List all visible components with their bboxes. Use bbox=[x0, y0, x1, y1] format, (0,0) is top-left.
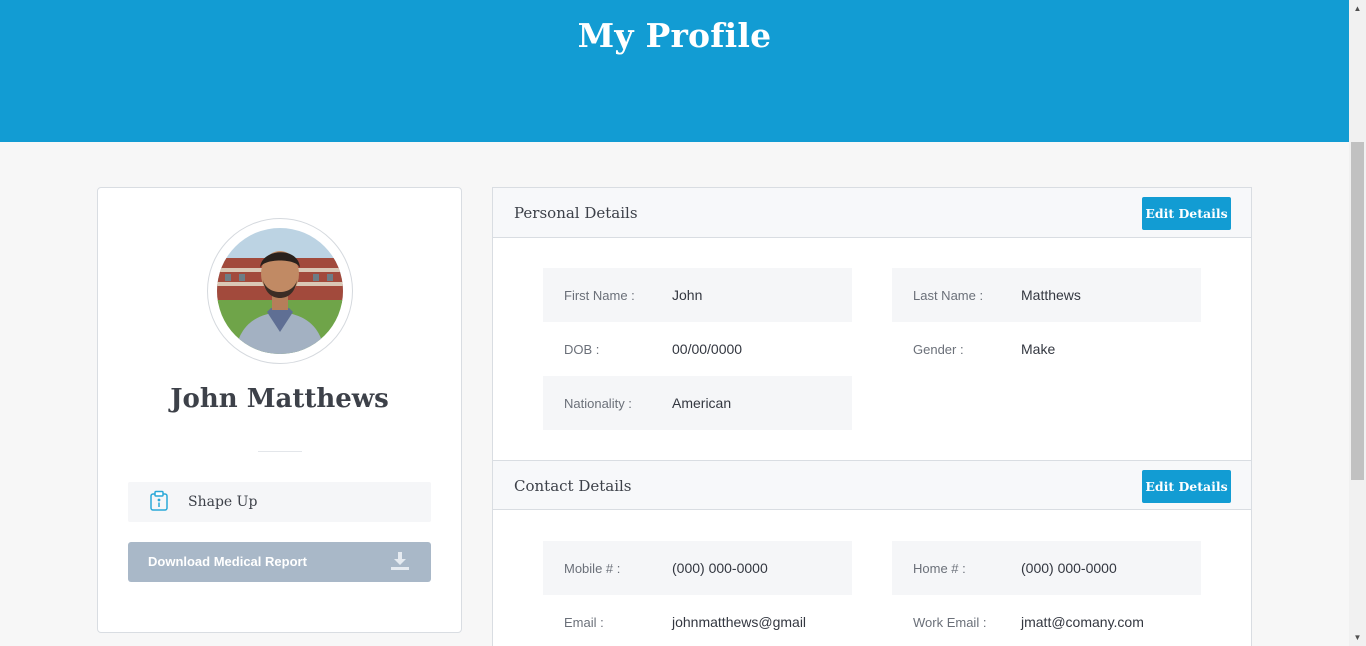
mobile-field: Mobile # : (000) 000-0000 bbox=[543, 541, 852, 595]
first-name-field: First Name : John bbox=[543, 268, 852, 322]
field-label: Work Email : bbox=[913, 615, 987, 630]
scroll-down-arrow-icon[interactable]: ▼ bbox=[1349, 629, 1366, 646]
dob-field: DOB : 00/00/0000 bbox=[543, 322, 852, 376]
profile-card: John Matthews Shape Up Download Medical … bbox=[97, 187, 462, 633]
contact-details-header: Contact Details Edit Details bbox=[493, 460, 1251, 510]
personal-details-header: Personal Details Edit Details bbox=[493, 188, 1251, 238]
vertical-scrollbar[interactable]: ▲ ▼ bbox=[1349, 0, 1366, 646]
section-title: Personal Details bbox=[514, 204, 638, 222]
scrollbar-thumb[interactable] bbox=[1351, 142, 1364, 480]
field-value: Make bbox=[1021, 341, 1056, 357]
field-value: Matthews bbox=[1021, 287, 1081, 303]
page-header: My Profile bbox=[0, 0, 1349, 142]
field-value: (000) 000-0000 bbox=[1021, 560, 1117, 576]
last-name-field: Last Name : Matthews bbox=[892, 268, 1201, 322]
edit-contact-details-button[interactable]: Edit Details bbox=[1142, 470, 1231, 503]
program-label: Shape Up bbox=[188, 494, 258, 510]
scroll-up-arrow-icon[interactable]: ▲ bbox=[1349, 0, 1366, 17]
section-title: Contact Details bbox=[514, 477, 632, 495]
field-label: Last Name : bbox=[913, 288, 984, 303]
field-label: Gender : bbox=[913, 342, 964, 357]
field-value: (000) 000-0000 bbox=[672, 560, 768, 576]
field-value: American bbox=[672, 395, 732, 411]
download-medical-report-button[interactable]: Download Medical Report bbox=[128, 542, 431, 582]
page-title: My Profile bbox=[577, 16, 772, 55]
field-value: johnmatthews@gmail bbox=[672, 614, 807, 630]
profile-name: John Matthews bbox=[170, 384, 389, 414]
field-value: jmatt@comany.com bbox=[1021, 614, 1144, 630]
divider bbox=[258, 451, 302, 452]
field-label: First Name : bbox=[564, 288, 635, 303]
nationality-field: Nationality : American bbox=[543, 376, 852, 430]
download-button-label: Download Medical Report bbox=[148, 554, 307, 569]
field-label: DOB : bbox=[564, 342, 600, 357]
program-item[interactable]: Shape Up bbox=[128, 482, 431, 522]
field-value: 00/00/0000 bbox=[672, 341, 743, 357]
details-card: Personal Details Edit Details First Name… bbox=[492, 187, 1252, 646]
email-field: Email : johnmatthews@gmail bbox=[543, 595, 852, 646]
field-label: Home # : bbox=[913, 561, 966, 576]
avatar[interactable] bbox=[217, 228, 343, 354]
avatar-ring bbox=[207, 218, 353, 364]
field-label: Nationality : bbox=[564, 396, 632, 411]
field-label: Mobile # : bbox=[564, 561, 621, 576]
work-email-field: Work Email : jmatt@comany.com bbox=[892, 595, 1201, 646]
clipboard-icon bbox=[148, 490, 170, 512]
field-value: John bbox=[672, 287, 703, 303]
download-icon bbox=[390, 551, 410, 571]
gender-field: Gender : Make bbox=[892, 322, 1201, 376]
field-label: Email : bbox=[564, 615, 604, 630]
edit-personal-details-button[interactable]: Edit Details bbox=[1142, 197, 1231, 230]
home-phone-field: Home # : (000) 000-0000 bbox=[892, 541, 1201, 595]
